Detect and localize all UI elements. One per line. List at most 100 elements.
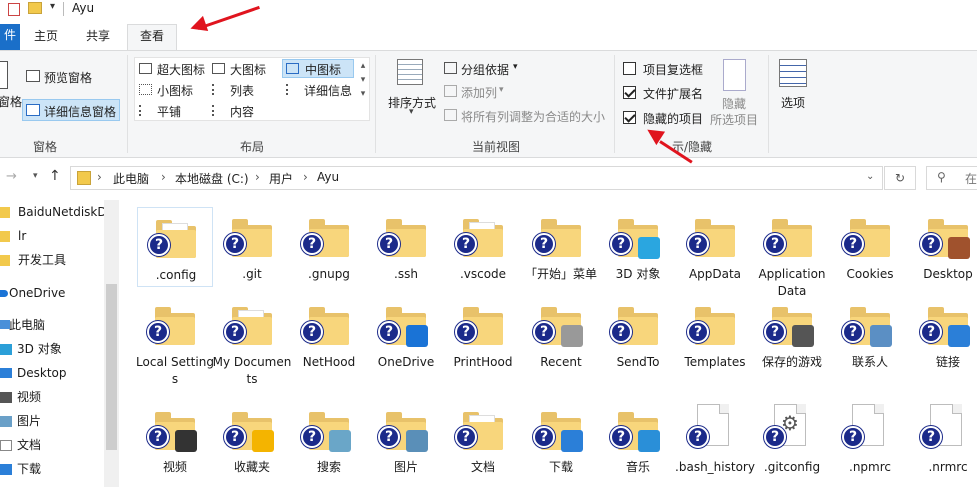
file-item-label: Local Settings xyxy=(136,355,214,386)
file-item-label: My Documents xyxy=(212,355,292,386)
layout-details[interactable]: 详细信息 xyxy=(304,82,352,99)
nav-scrollbar-thumb[interactable] xyxy=(106,284,117,450)
item-checkboxes-checkbox[interactable] xyxy=(623,62,636,75)
tab-home[interactable]: 主页 xyxy=(22,25,70,50)
unknown-badge-icon: ? xyxy=(610,426,632,448)
search-box[interactable]: ⚲ 在 xyxy=(926,166,977,190)
navigation-pane-label[interactable]: 窗格 xyxy=(0,93,22,110)
tab-share[interactable]: 共享 xyxy=(74,25,122,50)
file-item[interactable]: ? .bash_history xyxy=(675,400,755,480)
file-item[interactable]: ? 3D 对象 xyxy=(600,207,676,287)
new-folder-icon[interactable] xyxy=(28,2,42,14)
file-item[interactable]: ? .git xyxy=(214,207,290,287)
file-extensions-checkbox[interactable] xyxy=(623,86,636,99)
item-checkboxes-label[interactable]: 项目复选框 xyxy=(643,61,703,78)
file-item[interactable]: ? Cookies xyxy=(832,207,908,287)
fit-columns-button[interactable]: 将所有列调整为合适的大小 xyxy=(461,108,605,125)
layout-large[interactable]: 大图标 xyxy=(230,61,266,78)
file-item-label: Templates xyxy=(684,355,746,369)
unknown-badge-icon: ? xyxy=(764,426,786,448)
file-item[interactable]: ? Recent xyxy=(523,295,599,375)
file-item[interactable]: ? Local Settings xyxy=(136,295,214,386)
file-item[interactable]: ? .nrmrc xyxy=(910,400,977,480)
file-item-label: Recent xyxy=(540,355,582,369)
refresh-button[interactable]: ↻ xyxy=(884,166,916,190)
breadcrumb-users[interactable]: 用户 xyxy=(269,170,293,187)
file-item[interactable]: ? 文档 xyxy=(445,400,521,480)
address-history-icon[interactable]: ⌄ xyxy=(866,171,874,182)
layout-small[interactable]: 小图标 xyxy=(157,82,193,99)
file-item[interactable]: ? 视频 xyxy=(137,400,213,480)
file-extensions-label[interactable]: 文件扩展名 xyxy=(643,85,703,102)
file-item[interactable]: ? .npmrc xyxy=(832,400,908,480)
add-columns-dropdown-icon[interactable]: ▾ xyxy=(499,85,504,95)
ribbon: 窗格 预览窗格 详细信息窗格 窗格 超大图标 大图标 中图标 小图标 列表 详细… xyxy=(0,50,977,158)
breadcrumb-c-drive[interactable]: 本地磁盘 (C:) xyxy=(175,170,249,187)
layout-medium[interactable]: 中图标 xyxy=(282,59,354,78)
navigation-pane-icon[interactable] xyxy=(0,61,8,89)
layout-content[interactable]: 内容 xyxy=(230,103,254,120)
file-item[interactable]: ? .gnupg xyxy=(291,207,367,287)
breadcrumb-ayu[interactable]: Ayu xyxy=(317,170,339,184)
group-by-dropdown-icon[interactable]: ▾ xyxy=(513,62,518,72)
videos-icon xyxy=(175,430,197,452)
unknown-badge-icon: ? xyxy=(764,233,786,255)
details-pane-button[interactable]: 详细信息窗格 xyxy=(22,99,120,121)
forward-icon[interactable]: → xyxy=(6,169,17,184)
unknown-badge-icon: ? xyxy=(533,321,555,343)
ribbon-separator xyxy=(375,55,376,153)
breadcrumb-separator: › xyxy=(255,170,260,184)
search-icon xyxy=(329,430,351,452)
layout-extra-large[interactable]: 超大图标 xyxy=(157,61,205,78)
file-item[interactable]: ? 保存的游戏 xyxy=(754,295,830,375)
properties-icon[interactable] xyxy=(8,3,20,16)
group-by-button[interactable]: 分组依据 xyxy=(461,61,509,78)
file-item[interactable]: ? AppData xyxy=(677,207,753,287)
file-item[interactable]: ? .config xyxy=(137,207,213,287)
preview-pane-button[interactable]: 预览窗格 xyxy=(44,69,92,86)
tab-view[interactable]: 查看 xyxy=(127,24,177,50)
file-item[interactable]: ? 收藏夹 xyxy=(214,400,290,480)
file-item[interactable]: ? .ssh xyxy=(368,207,444,287)
file-item[interactable]: ? OneDrive xyxy=(368,295,444,375)
file-item-label: .npmrc xyxy=(849,460,891,474)
recent-locations-icon[interactable]: ▾ xyxy=(33,171,38,181)
unknown-badge-icon: ? xyxy=(533,426,555,448)
file-item[interactable]: ? 「开始」菜单 xyxy=(523,207,599,287)
layout-list[interactable]: 列表 xyxy=(230,82,254,99)
breadcrumb-separator: › xyxy=(161,170,166,184)
videos-icon xyxy=(0,392,12,403)
sort-by-dropdown-icon[interactable]: ▾ xyxy=(409,107,414,117)
file-item[interactable]: ? Templates xyxy=(677,295,753,375)
file-item[interactable]: ? My Documents xyxy=(213,295,291,386)
file-item[interactable]: ? SendTo xyxy=(600,295,676,375)
layout-tiles[interactable]: 平铺 xyxy=(157,103,181,120)
up-icon[interactable]: ↑ xyxy=(49,168,61,184)
file-item[interactable]: ? NetHood xyxy=(291,295,367,375)
tab-file[interactable]: 件 xyxy=(0,24,20,50)
hidden-items-checkbox[interactable] xyxy=(623,111,636,124)
options-button[interactable]: 选项 xyxy=(781,94,805,111)
hide-selected-button-line1[interactable]: 隐藏 xyxy=(722,95,746,112)
recent-icon xyxy=(561,325,583,347)
file-item[interactable]: ? 音乐 xyxy=(600,400,676,480)
file-item[interactable]: ? 搜索 xyxy=(291,400,367,480)
file-item[interactable]: ? PrintHood xyxy=(445,295,521,375)
add-columns-button[interactable]: 添加列 xyxy=(461,84,497,101)
breadcrumb-this-pc[interactable]: 此电脑 xyxy=(113,170,149,187)
file-item[interactable]: ? Desktop xyxy=(910,207,977,287)
3d-objects-icon xyxy=(0,344,12,355)
hide-selected-button-line2[interactable]: 所选项目 xyxy=(710,111,758,128)
file-item[interactable]: ⚙? .gitconfig xyxy=(754,400,830,480)
file-item[interactable]: ? 联系人 xyxy=(832,295,908,375)
file-item[interactable]: ? Application Data xyxy=(754,207,830,298)
contacts-icon xyxy=(870,325,892,347)
layout-gallery-scroll[interactable]: ▴ ▾ ▾ xyxy=(357,59,369,101)
file-item[interactable]: ? 下载 xyxy=(523,400,599,480)
customize-quick-access-icon[interactable]: ▾ xyxy=(50,1,55,12)
file-item[interactable]: ? 图片 xyxy=(368,400,444,480)
address-bar[interactable]: › 此电脑 › 本地磁盘 (C:) › 用户 › Ayu ⌄ xyxy=(70,166,883,190)
unknown-badge-icon: ? xyxy=(224,321,246,343)
file-item[interactable]: ? 链接 xyxy=(910,295,977,375)
file-item[interactable]: ? .vscode xyxy=(445,207,521,287)
